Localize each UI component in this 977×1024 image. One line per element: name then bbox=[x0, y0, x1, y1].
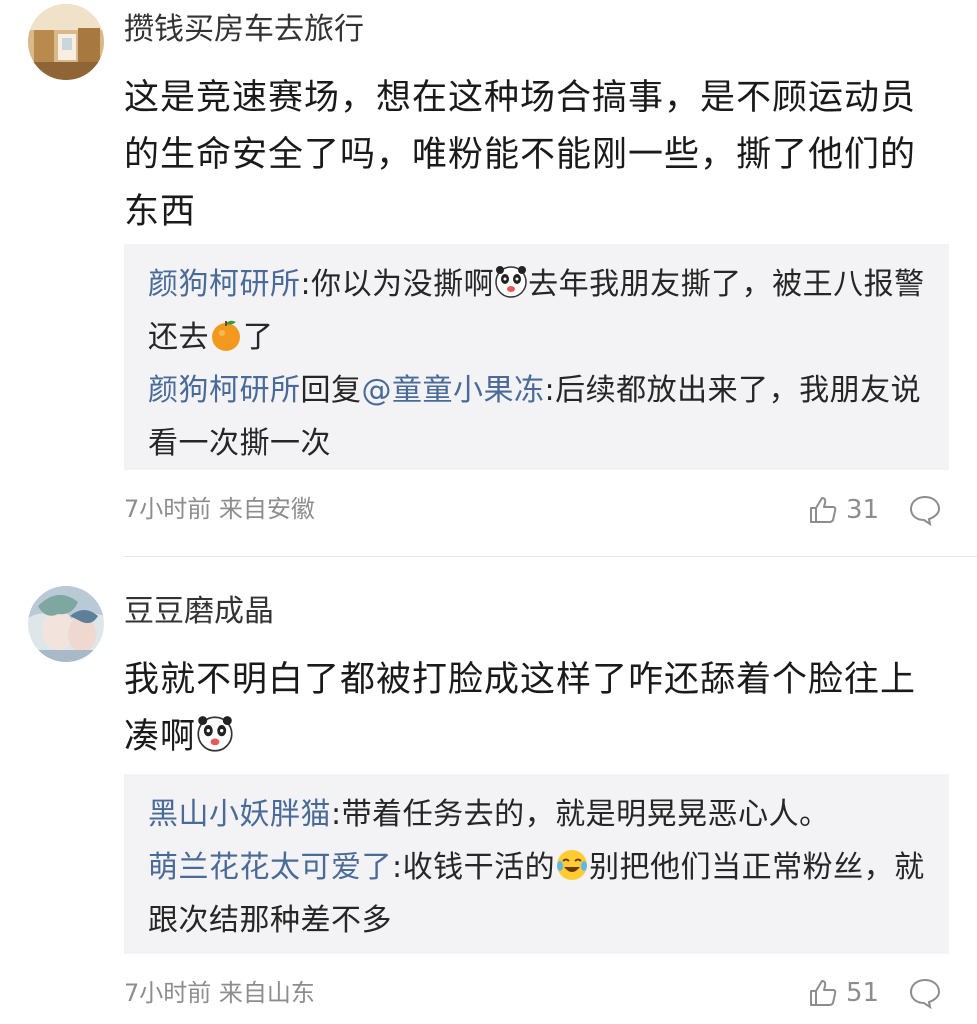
reply-box[interactable]: 颜狗柯研所:你以为没撕啊 去年我朋友撕了，被王八报警还去 了 颜狗柯研所回复@童… bbox=[124, 244, 949, 470]
comment-location: 来自安徽 bbox=[218, 495, 315, 523]
reply-item[interactable]: 萌兰花花太可爱了:收钱干活的 别把他们当正常粉丝，就跟次结那种差不多 bbox=[148, 841, 925, 947]
panda-emoji-icon bbox=[196, 714, 234, 752]
user-avatar[interactable] bbox=[28, 586, 104, 662]
comment-bubble-icon[interactable] bbox=[908, 494, 942, 526]
reply-text: 了 bbox=[243, 320, 274, 355]
comment-text-content: 我就不明白了都被打脸成这样了咋还舔着个脸往上凑啊 bbox=[124, 660, 917, 757]
reply-mention[interactable]: @童童小果冻 bbox=[362, 373, 545, 408]
like-button[interactable]: 31 bbox=[808, 492, 879, 528]
reply-box[interactable]: 黑山小妖胖猫:带着任务去的，就是明晃晃恶心人。 萌兰花花太可爱了:收钱干活的 别… bbox=[124, 774, 949, 954]
username[interactable]: 攒钱买房车去旅行 bbox=[124, 10, 364, 50]
comment-bubble-icon[interactable] bbox=[908, 977, 942, 1009]
comment-meta: 7小时前 来自安徽 bbox=[124, 494, 315, 524]
reply-action: 回复 bbox=[300, 373, 362, 408]
comment-location: 来自山东 bbox=[218, 979, 315, 1007]
comment-meta: 7小时前 来自山东 bbox=[124, 978, 315, 1008]
reply-item[interactable]: 黑山小妖胖猫:带着任务去的，就是明晃晃恶心人。 bbox=[148, 788, 925, 841]
panda-emoji-icon bbox=[494, 263, 528, 298]
reply-username[interactable]: 颜狗柯研所 bbox=[148, 267, 301, 302]
anime-illustration-icon bbox=[28, 586, 104, 662]
reply-username[interactable]: 黑山小妖胖猫 bbox=[148, 797, 331, 832]
like-count: 51 bbox=[846, 978, 880, 1008]
comment-text: 我就不明白了都被打脸成这样了咋还舔着个脸往上凑啊 bbox=[124, 652, 924, 766]
reply-username[interactable]: 萌兰花花太可爱了 bbox=[148, 850, 392, 885]
comment-text: 这是竞速赛场，想在这种场合搞事，是不顾运动员的生命安全了吗，唯粉能不能刚一些，撕… bbox=[124, 78, 917, 232]
reply-sep: : bbox=[544, 373, 556, 408]
reply-item[interactable]: 颜狗柯研所:你以为没撕啊 去年我朋友撕了，被王八报警还去 了 bbox=[148, 258, 925, 364]
comment-time: 7小时前 bbox=[124, 495, 212, 523]
reply-sep: : bbox=[392, 850, 403, 885]
reply-text: 你以为没撕啊 bbox=[311, 267, 495, 302]
thumbs-up-icon bbox=[810, 980, 837, 1006]
reply-sep: : bbox=[300, 267, 312, 302]
reply-sep: : bbox=[331, 797, 342, 832]
user-avatar[interactable] bbox=[28, 4, 104, 80]
like-button[interactable]: 51 bbox=[808, 975, 879, 1011]
reply-text: 带着任务去的，就是明晃晃恶心人。 bbox=[341, 797, 830, 832]
comment-divider bbox=[124, 556, 977, 557]
comment-time: 7小时前 bbox=[124, 979, 212, 1007]
reply-username[interactable]: 颜狗柯研所 bbox=[148, 373, 301, 408]
orange-emoji-icon bbox=[209, 316, 243, 351]
like-count: 31 bbox=[846, 495, 880, 525]
laugh-cry-emoji-icon bbox=[555, 846, 589, 880]
reply-text: 收钱干活的 bbox=[402, 850, 556, 885]
thumbs-up-icon bbox=[810, 497, 837, 523]
reply-item[interactable]: 颜狗柯研所回复@童童小果冻:后续都放出来了，我朋友说看一次撕一次 bbox=[148, 364, 925, 470]
username[interactable]: 豆豆磨成晶 bbox=[124, 592, 274, 632]
room-photo-icon bbox=[28, 4, 104, 80]
